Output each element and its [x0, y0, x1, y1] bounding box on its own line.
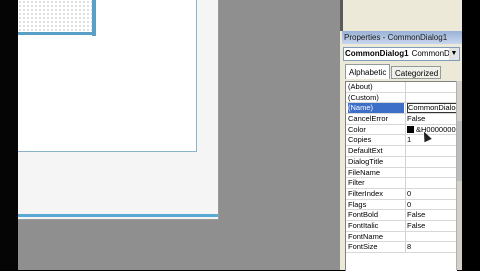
property-row[interactable]: (Custom) — [346, 92, 457, 104]
property-row[interactable]: FontSize 8 — [346, 242, 457, 253]
property-name[interactable]: Copies — [348, 135, 404, 145]
properties-title-bar[interactable]: Properties - CommonDialog1 — [342, 31, 462, 44]
property-name[interactable]: Flags — [348, 200, 404, 210]
property-row[interactable]: FontItalic False — [346, 220, 457, 232]
column-divider — [405, 242, 406, 252]
property-name[interactable]: FilterIndex — [348, 189, 404, 199]
column-divider — [405, 231, 406, 242]
property-value[interactable]: 0 — [407, 200, 457, 210]
property-grid: (About)(Custom)(Name)CommonDialog1Cancel… — [345, 81, 457, 271]
property-value[interactable]: False — [407, 221, 457, 231]
properties-window: Properties - CommonDialog1 CommonDialog1… — [340, 0, 463, 271]
column-divider — [405, 167, 406, 178]
screen-edge-left — [0, 0, 18, 270]
tab-alphabetic[interactable]: Alphabetic — [345, 64, 390, 79]
property-row[interactable]: FileName — [346, 167, 457, 179]
property-row[interactable]: (Name)CommonDialog1 — [346, 103, 457, 115]
property-value[interactable]: &H00000000& — [407, 125, 457, 135]
property-row[interactable]: FilterIndex 0 — [346, 188, 457, 200]
property-name[interactable]: FileName — [348, 168, 404, 178]
property-row[interactable]: FontBold False — [346, 210, 457, 221]
column-divider — [405, 156, 406, 167]
form-dot-grid[interactable] — [18, 0, 92, 32]
column-divider — [405, 135, 406, 146]
property-row[interactable]: DefaultExt — [346, 146, 457, 157]
properties-top-area — [340, 0, 463, 31]
column-divider — [405, 82, 406, 92]
property-row[interactable]: Flags 0 — [346, 199, 457, 211]
property-name[interactable]: (Name) — [348, 103, 404, 114]
property-name[interactable]: FontSize — [348, 242, 404, 252]
designer-bottom-border — [18, 214, 218, 217]
column-divider — [405, 92, 406, 103]
column-divider — [405, 103, 406, 114]
column-divider — [405, 178, 406, 188]
property-name[interactable]: DefaultExt — [348, 146, 404, 156]
property-name[interactable]: (Custom) — [348, 93, 404, 103]
column-divider — [405, 220, 406, 231]
property-value[interactable]: 8 — [407, 242, 457, 252]
screen-edge-right — [462, 0, 480, 270]
property-name[interactable]: DialogTitle — [348, 157, 404, 167]
property-row[interactable]: CancelError False — [346, 114, 457, 125]
column-divider — [405, 124, 406, 135]
property-row[interactable]: Filter — [346, 178, 457, 189]
tab-categorized[interactable]: Categorized — [391, 66, 441, 79]
property-row[interactable]: FontName — [346, 231, 457, 243]
property-row[interactable]: DialogTitle — [346, 156, 457, 168]
property-name[interactable]: Color — [348, 125, 404, 135]
form-border-right — [92, 0, 96, 36]
property-row[interactable]: Copies 1 — [346, 135, 457, 147]
column-divider — [405, 210, 406, 220]
object-selector-dropdown[interactable]: CommonDialog1CommonDialog ▼ — [343, 47, 460, 61]
property-value[interactable]: CommonDialog1 — [407, 103, 457, 114]
column-divider — [405, 199, 406, 210]
object-name: CommonDialog1 — [345, 49, 409, 58]
column-divider — [405, 188, 406, 199]
property-row[interactable]: Color&H00000000& — [346, 124, 457, 136]
column-divider — [405, 114, 406, 124]
property-name[interactable]: FontItalic — [348, 221, 404, 231]
property-name[interactable]: Filter — [348, 178, 404, 188]
properties-tabs: Alphabetic Categorized — [343, 64, 460, 79]
panel-splitter[interactable] — [340, 0, 343, 31]
property-value[interactable]: False — [407, 114, 457, 124]
column-divider — [405, 146, 406, 156]
property-name[interactable]: CancelError — [348, 114, 404, 124]
property-name[interactable]: (About) — [348, 82, 404, 92]
chevron-down-icon[interactable]: ▼ — [449, 48, 459, 60]
property-name[interactable]: FontBold — [348, 210, 404, 220]
property-name[interactable]: FontName — [348, 232, 404, 242]
form-border-bottom — [18, 32, 96, 35]
property-value[interactable]: False — [407, 210, 457, 220]
property-row[interactable]: (About) — [346, 82, 457, 93]
color-swatch-icon — [407, 126, 414, 134]
property-value[interactable]: 0 — [407, 189, 457, 199]
property-value[interactable]: 1 — [407, 135, 457, 145]
